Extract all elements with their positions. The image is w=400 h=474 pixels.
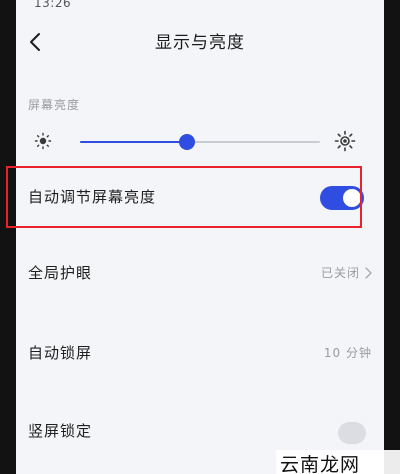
settings-screen: 13:26 显示与亮度 屏幕亮度 自动调节屏幕亮度 全局护眼 已关闭 自动锁屏 … <box>16 0 384 474</box>
brightness-row <box>16 122 384 162</box>
status-bar: 13:26 <box>16 0 384 14</box>
portrait-lock-toggle[interactable] <box>338 422 366 444</box>
sun-low-icon <box>34 132 52 150</box>
chevron-right-icon <box>365 267 372 279</box>
setting-auto-lock-label: 自动锁屏 <box>28 344 93 362</box>
sun-high-icon <box>334 130 356 152</box>
watermark-text: 云南龙网 <box>280 454 361 474</box>
setting-auto-brightness-label: 自动调节屏幕亮度 <box>28 188 157 206</box>
setting-auto-brightness[interactable]: 自动调节屏幕亮度 <box>16 170 384 226</box>
setting-eye-protection-value: 已关闭 <box>320 266 360 280</box>
setting-auto-lock[interactable]: 自动锁屏 10 分钟 <box>16 326 384 382</box>
slider-fill <box>80 141 187 143</box>
setting-eye-protection-label: 全局护眼 <box>28 264 93 282</box>
auto-brightness-toggle[interactable] <box>320 186 364 210</box>
phone-frame: 13:26 显示与亮度 屏幕亮度 自动调节屏幕亮度 全局护眼 已关闭 自动锁屏 … <box>0 0 400 474</box>
setting-portrait-lock-label: 竖屏锁定 <box>28 422 93 440</box>
setting-auto-lock-value: 10 分钟 <box>323 346 372 360</box>
header: 显示与亮度 <box>16 22 384 62</box>
slider-thumb[interactable] <box>178 134 195 150</box>
watermark: 云南龙网 <box>276 450 400 474</box>
toggle-knob <box>343 189 361 207</box>
page-title: 显示与亮度 <box>155 33 245 53</box>
brightness-slider[interactable] <box>80 134 320 150</box>
setting-eye-protection[interactable]: 全局护眼 已关闭 <box>16 246 384 302</box>
brightness-section-label: 屏幕亮度 <box>28 98 81 112</box>
status-time: 13:26 <box>34 0 72 10</box>
